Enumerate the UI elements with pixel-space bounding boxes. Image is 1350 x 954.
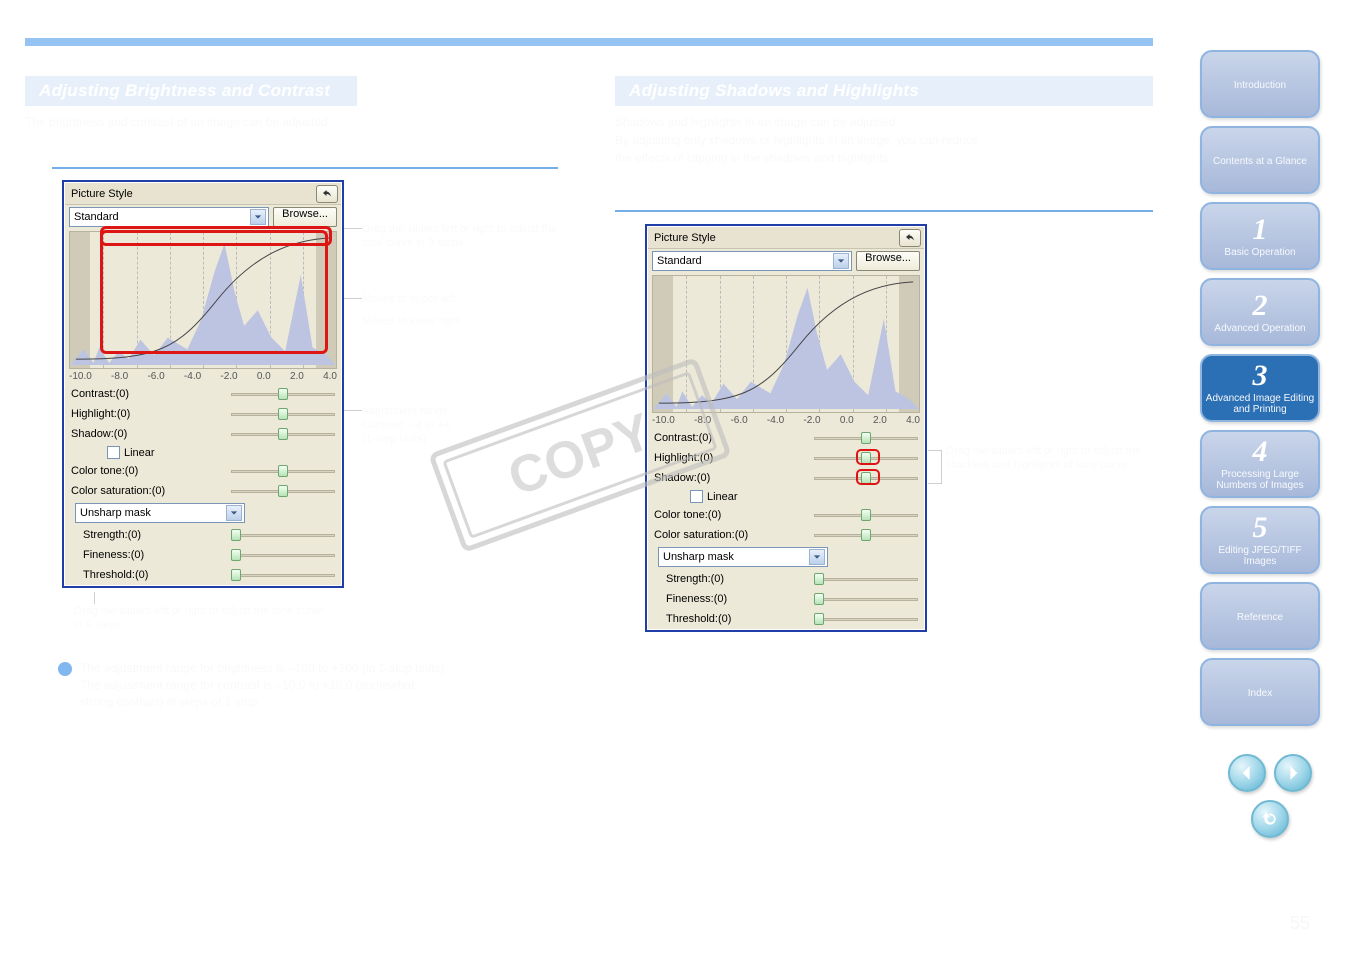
strength-slider[interactable] [231,528,335,542]
nav-chapter-4[interactable]: 4Processing Large Numbers of Images [1200,430,1320,498]
contrast-label: Contrast:(0) [654,432,712,444]
fineness-slider[interactable] [814,592,918,606]
color-saturation-label: Color saturation:(0) [71,485,165,497]
chevron-down-icon [250,209,266,225]
desc-right-2: By adjusting only shadows or highlights … [615,132,979,149]
section-title-right: Adjusting Shadows and Highlights [615,76,1153,106]
browse-button[interactable]: Browse... [856,251,920,271]
page-number: 55 [1290,913,1310,934]
threshold-slider[interactable] [231,568,335,582]
contrast-slider[interactable] [231,387,335,401]
prev-page-button[interactable] [1228,754,1266,792]
histogram-ticks: -10.0-8.0-6.0-4.0-2.00.02.04.0 [648,413,924,428]
highlight-box-highlight-slider [856,449,880,465]
callout-drag-top: Drag the sliders left or right to adjust… [362,222,562,250]
color-tone-slider[interactable] [231,464,335,478]
chevron-down-icon [809,549,825,565]
sub-heading-left: Adjust an image while viewing it. [52,140,558,169]
top-rule [25,38,1153,46]
callout-mid: Moves to upper left Moves to lower right [362,292,542,328]
color-saturation-label: Color saturation:(0) [654,529,748,541]
callout-bottom: Drag the sliders left or right to adjust… [74,604,334,632]
highlight-slider[interactable] [231,407,335,421]
fineness-label: Fineness:(0) [83,549,144,561]
sharpness-mode-dropdown[interactable]: Unsharp mask [658,547,828,567]
contrast-label: Contrast:(0) [71,388,129,400]
browse-button[interactable]: Browse... [273,207,337,227]
chevron-down-icon [226,505,242,521]
nav-reference[interactable]: Reference [1200,582,1320,650]
nav-introduction[interactable]: Introduction [1200,50,1320,118]
color-tone-slider[interactable] [814,508,918,522]
threshold-label: Threshold:(0) [83,569,148,581]
contrast-slider[interactable] [814,431,918,445]
hint-left: The adjustment range for brightness is –… [58,660,558,711]
nav-contents[interactable]: Contents at a Glance [1200,126,1320,194]
bullet-icon [58,662,72,676]
callout-hs: Drag the sliders left or right to adjust… [946,444,1146,472]
highlight-label: Highlight:(0) [654,452,713,464]
chevron-down-icon [833,253,849,269]
sub-heading-right: Adjust an image while viewing it. [615,183,1153,212]
next-page-button[interactable] [1274,754,1312,792]
picture-style-value: Standard [74,211,119,223]
sidebar: Introduction Contents at a Glance 1Basic… [1200,50,1320,726]
picture-style-panel-right: Picture Style Standard Browse... -10.0-8… [645,224,927,632]
color-saturation-slider[interactable] [231,484,335,498]
nav-chapter-3[interactable]: 3Advanced Image Editing and Printing [1200,354,1320,422]
panel-titlebar: Picture Style [648,227,924,249]
undo-button[interactable] [316,185,338,203]
back-button[interactable] [1251,800,1289,838]
callout-contrast: Adjustment range Contrast: –4 to +4 (1-s… [362,404,562,446]
panel-title: Picture Style [648,232,716,244]
linear-checkbox[interactable] [690,490,703,503]
threshold-label: Threshold:(0) [666,613,731,625]
linear-checkbox[interactable] [107,446,120,459]
linear-label: Linear [124,447,155,459]
histogram[interactable] [652,275,920,413]
desc-right-1: Shadows and highlights in an image can b… [615,114,899,131]
picture-style-panel-left: Picture Style Standard Browse... -10. [62,180,344,588]
nav-chapter-1[interactable]: 1Basic Operation [1200,202,1320,270]
shadow-label: Shadow:(0) [654,472,710,484]
panel-titlebar: Picture Style [65,183,341,205]
picture-style-dropdown[interactable]: Standard [652,251,852,271]
shadow-label: Shadow:(0) [71,428,127,440]
shadow-slider[interactable] [231,427,335,441]
threshold-slider[interactable] [814,612,918,626]
fineness-label: Fineness:(0) [666,593,727,605]
strength-label: Strength:(0) [83,529,141,541]
linear-label: Linear [707,491,738,503]
section-title-right-text: Adjusting Shadows and Highlights [629,81,919,101]
histogram-ticks: -10.0-8.0-6.0-4.0-2.00.02.04.0 [65,369,341,384]
picture-style-dropdown[interactable]: Standard [69,207,269,227]
nav-index[interactable]: Index [1200,658,1320,726]
section-title-left: Adjusting Brightness and Contrast [25,76,357,106]
nav-chapter-5[interactable]: 5Editing JPEG/TIFF Images [1200,506,1320,574]
strength-slider[interactable] [814,572,918,586]
desc-right-3: the effects of clipping in the shadows a… [615,150,892,167]
histogram[interactable] [69,231,337,369]
color-tone-label: Color tone:(0) [654,509,721,521]
sharpness-mode-dropdown[interactable]: Unsharp mask [75,503,245,523]
nav-chapter-2[interactable]: 2Advanced Operation [1200,278,1320,346]
page-nav [1228,754,1312,838]
undo-button[interactable] [899,229,921,247]
color-saturation-slider[interactable] [814,528,918,542]
highlight-label: Highlight:(0) [71,408,130,420]
section-title-left-text: Adjusting Brightness and Contrast [39,81,330,101]
desc-left: The brightness and contrast of an image … [25,114,331,131]
color-tone-label: Color tone:(0) [71,465,138,477]
panel-title: Picture Style [65,188,133,200]
fineness-slider[interactable] [231,548,335,562]
strength-label: Strength:(0) [666,573,724,585]
highlight-box-shadow-slider [856,469,880,485]
